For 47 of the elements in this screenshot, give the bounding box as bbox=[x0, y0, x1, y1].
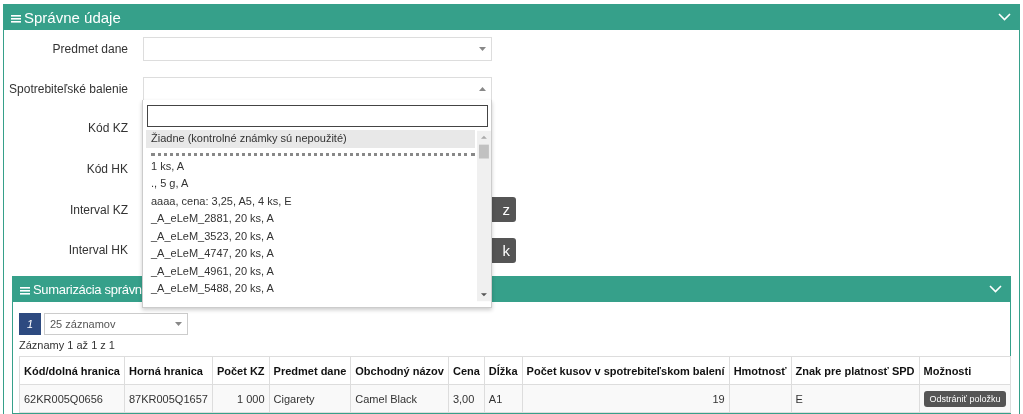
menu-icon[interactable] bbox=[20, 285, 30, 295]
search-field[interactable] bbox=[147, 105, 488, 127]
column-header: Znak pre platnosť SPD bbox=[791, 356, 920, 385]
column-header: Predmet dane bbox=[269, 356, 351, 385]
table-cell: Cigarety bbox=[269, 384, 351, 413]
dropdown-option[interactable]: Žiadne (kontrolné známky sú nepoužité) bbox=[146, 130, 476, 148]
dropdown-option[interactable]: 1 ks, A bbox=[146, 157, 476, 175]
field-label: Kód KZ bbox=[86, 121, 128, 135]
column-header: Dĺžka bbox=[484, 356, 523, 385]
field-label: Predmet dane bbox=[51, 42, 128, 56]
panel-title: Správne údaje bbox=[24, 8, 121, 26]
table-cell: 87KR005Q1657 bbox=[124, 384, 213, 413]
column-header: Počet kusov v spotrebiteľskom balení bbox=[522, 356, 730, 385]
options-dropdown-menu[interactable] bbox=[142, 100, 492, 308]
column-header: Možnosti bbox=[919, 356, 1011, 385]
column-header: Hmotnosť bbox=[729, 356, 792, 385]
column-header: Horná hranica bbox=[124, 356, 213, 385]
dropdown-option[interactable]: _A_eLeM_5488, 20 ks, A bbox=[146, 280, 476, 298]
column-header: Počet KZ bbox=[212, 356, 270, 385]
select-field[interactable] bbox=[143, 37, 492, 61]
panel-title: Sumarizácia správn bbox=[33, 281, 142, 297]
menu-icon[interactable] bbox=[11, 13, 21, 23]
page-size-select[interactable]: 25 záznamov bbox=[44, 313, 188, 335]
dropdown-option[interactable]: _A_eLeM_3523, 20 ks, A bbox=[146, 227, 476, 245]
field-label: Interval HK bbox=[67, 243, 128, 257]
dropdown-option[interactable]: aaaa, cena: 3,25, A5, 4 ks, E bbox=[146, 192, 476, 210]
scrollbar[interactable] bbox=[477, 130, 491, 302]
chevron-down-icon[interactable] bbox=[998, 13, 1011, 21]
column-header: Kód/dolná hranica bbox=[19, 356, 125, 385]
column-header: Cena bbox=[448, 356, 485, 385]
table-cell: E bbox=[791, 384, 920, 413]
dropdown-option[interactable]: ., 5 g, A bbox=[146, 175, 476, 193]
column-header: Obchodný názov bbox=[350, 356, 449, 385]
records-info: Záznamy 1 až 1 z 1 bbox=[19, 339, 116, 351]
dropdown-option[interactable]: _A_eLeM_4747, 20 ks, A bbox=[146, 245, 476, 263]
field-label: Spotrebiteľské balenie bbox=[8, 81, 128, 96]
dropdown-option[interactable]: _A_eLeM_2881, 20 ks, A bbox=[146, 210, 476, 228]
table-cell: 62KR005Q0656 bbox=[19, 384, 125, 413]
page-button[interactable]: 1 bbox=[19, 313, 41, 335]
table-cell: Camel Black bbox=[350, 384, 449, 413]
remove-item-button[interactable]: Odstrániť položku bbox=[923, 390, 1007, 407]
field-label: Kód HK bbox=[85, 161, 128, 176]
dropdown-option[interactable]: _A_eLeM_4961, 20 ks, A bbox=[146, 262, 476, 280]
chevron-down-icon[interactable] bbox=[989, 285, 1002, 293]
table-cell: 19 bbox=[522, 384, 730, 413]
caret-down-icon bbox=[175, 322, 182, 326]
field-label: Interval KZ bbox=[68, 202, 128, 217]
